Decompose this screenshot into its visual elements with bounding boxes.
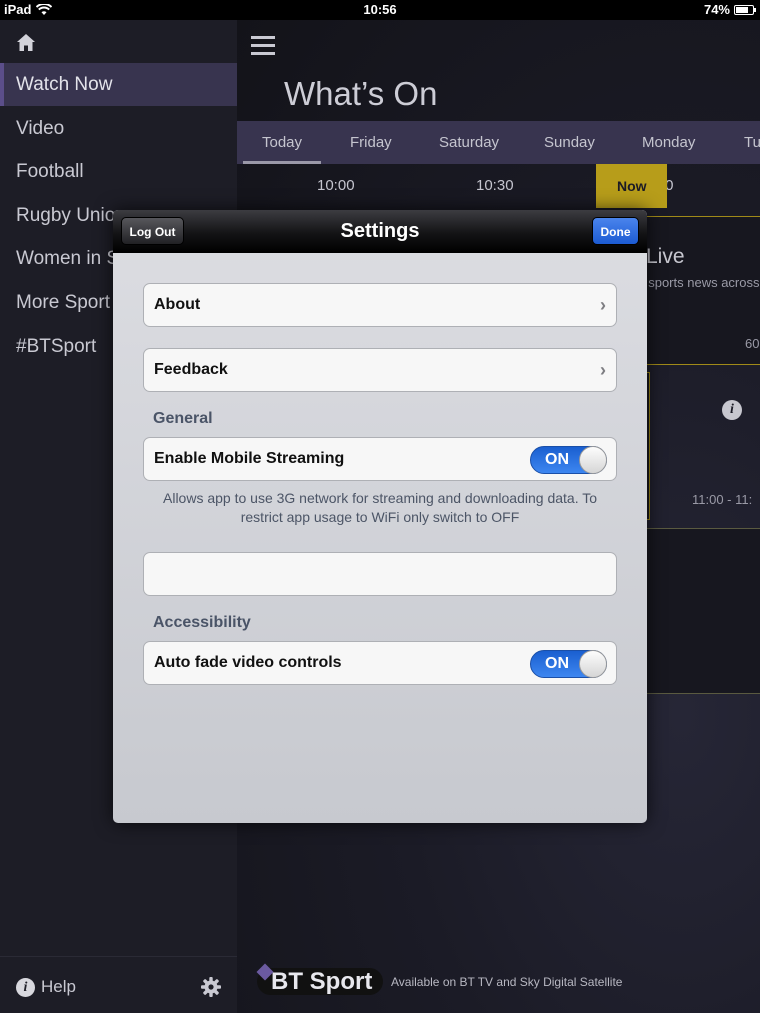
programme-title: Live <box>646 245 685 268</box>
help-label: Help <box>41 977 76 996</box>
bt-sport-logo: BT Sport <box>257 968 383 995</box>
footer-tagline: Available on BT TV and Sky Digital Satel… <box>391 974 623 989</box>
day-tabs: Today Friday Saturday Sunday Monday Tues… <box>237 121 760 164</box>
toggle-state: ON <box>545 451 569 468</box>
auto-fade-label: Auto fade video controls <box>154 654 342 671</box>
mobile-streaming-toggle[interactable]: ON <box>530 446 607 474</box>
sidebar-item-video[interactable]: Video <box>0 107 237 150</box>
modal-nav-bar: Log Out Settings Done <box>113 210 647 253</box>
about-label: About <box>154 296 201 313</box>
settings-modal: Log Out Settings Done About › Feedback ›… <box>113 210 647 823</box>
done-button[interactable]: Done <box>592 217 639 245</box>
feedback-label: Feedback <box>154 361 228 378</box>
tab-monday[interactable]: Monday <box>642 121 695 164</box>
programme-meta: 60 <box>745 336 760 351</box>
time-label: 10:30 <box>476 177 514 194</box>
battery-fill <box>736 6 748 13</box>
toggle-state: ON <box>545 655 569 672</box>
sidebar-item-watch-now[interactable]: Watch Now <box>0 63 237 106</box>
battery-percent: 74% <box>703 2 730 17</box>
footer-brand: BT Sport Available on BT TV and Sky Digi… <box>257 968 622 995</box>
tab-friday[interactable]: Friday <box>350 121 392 164</box>
mobile-streaming-label: Enable Mobile Streaming <box>154 450 345 467</box>
info-icon: i <box>16 977 35 997</box>
auto-fade-cell: Auto fade video controls ON <box>143 641 617 685</box>
tab-sunday[interactable]: Sunday <box>544 121 595 164</box>
tab-tuesday[interactable]: Tuesday <box>744 121 760 164</box>
now-badge[interactable]: Now <box>596 164 667 208</box>
mobile-streaming-note: Allows app to use 3G network for streami… <box>163 490 597 525</box>
status-right: 74% <box>703 2 756 17</box>
home-icon[interactable] <box>15 32 37 54</box>
status-bar: iPad 10:56 74% <box>0 0 760 20</box>
battery-icon <box>734 4 756 15</box>
menu-icon[interactable] <box>251 36 275 56</box>
mobile-streaming-cell: Enable Mobile Streaming ON <box>143 437 617 481</box>
section-header-general: General <box>153 410 213 427</box>
chevron-right-icon: › <box>600 295 606 315</box>
tab-today[interactable]: Today <box>242 121 322 164</box>
toggle-knob <box>579 446 607 474</box>
tab-saturday[interactable]: Saturday <box>439 121 499 164</box>
feedback-cell[interactable]: Feedback › <box>143 348 617 392</box>
time-label: 10:00 <box>317 177 355 194</box>
gear-icon[interactable] <box>200 976 222 998</box>
auto-fade-toggle[interactable]: ON <box>530 650 607 678</box>
help-link[interactable]: i Help <box>16 977 76 997</box>
section-header-accessibility: Accessibility <box>153 614 251 631</box>
sidebar-footer: i Help <box>0 956 237 1013</box>
sidebar-item-football[interactable]: Football <box>0 150 237 193</box>
status-time: 10:56 <box>363 2 397 17</box>
info-icon[interactable]: i <box>722 400 742 420</box>
toggle-knob <box>579 650 607 678</box>
about-cell[interactable]: About › <box>143 283 617 327</box>
empty-cell[interactable] <box>143 552 617 596</box>
page-title: What’s On <box>284 75 438 112</box>
programme-subtitle: t sports news across <box>641 275 760 290</box>
app: Watch Now Video Football Rugby Union Wom… <box>0 20 760 1013</box>
programme-time: 11:00 - 11: <box>692 492 753 507</box>
chevron-right-icon: › <box>600 360 606 380</box>
modal-title: Settings <box>340 220 420 242</box>
